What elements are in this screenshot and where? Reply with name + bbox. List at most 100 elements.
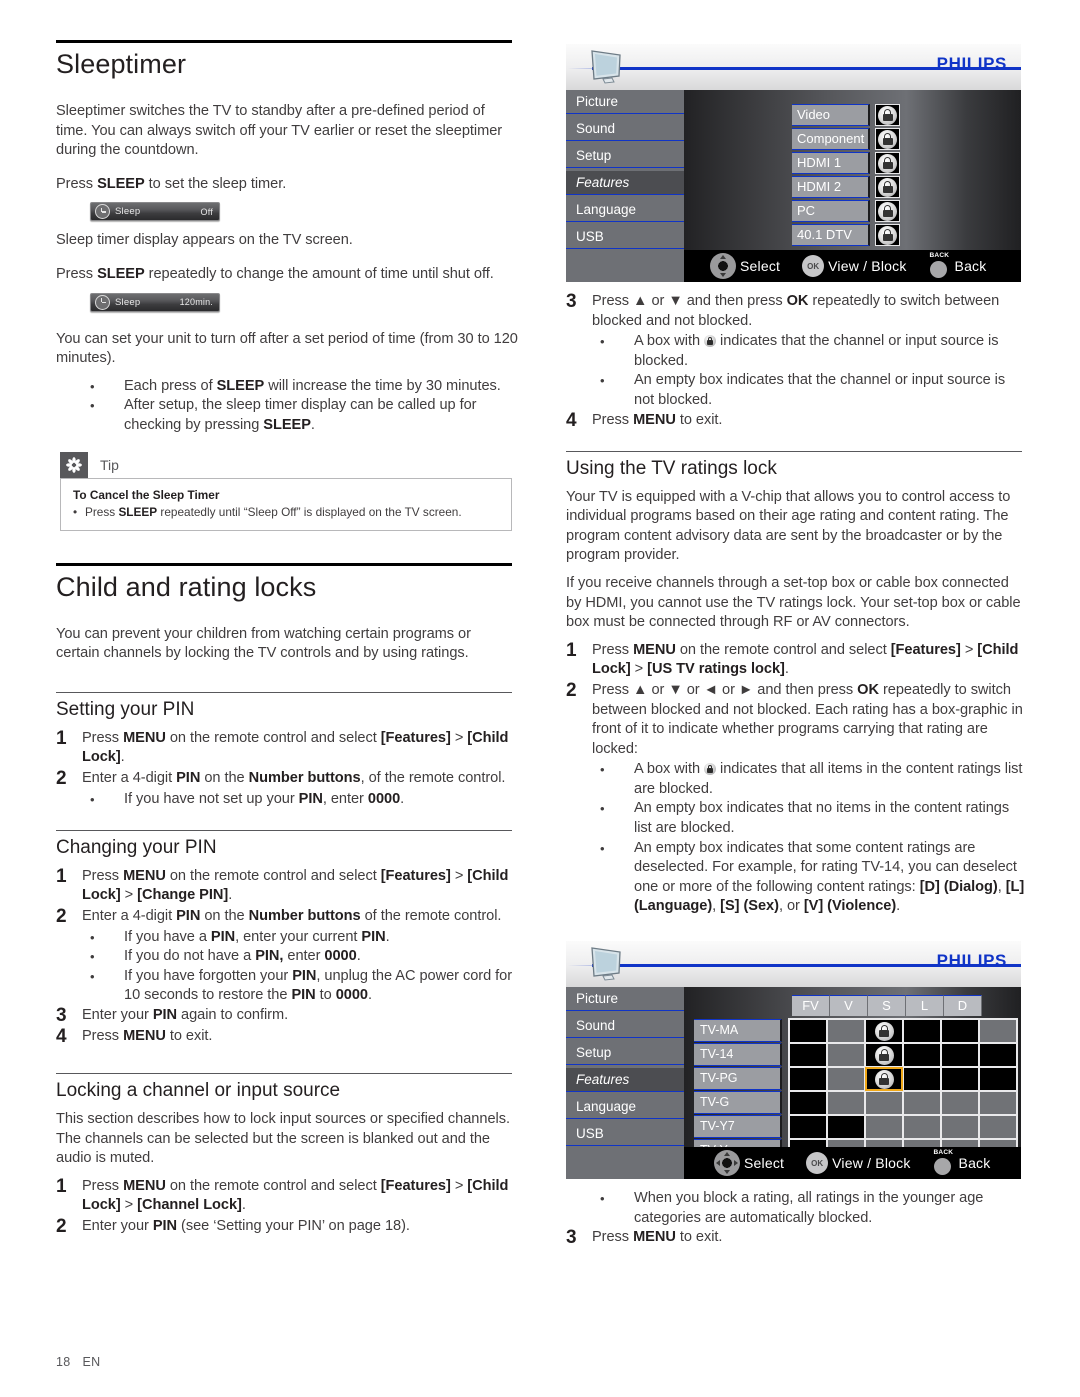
list-item: • A box with indicates that all items in…: [592, 760, 1028, 799]
footer-select[interactable]: Select: [714, 1150, 784, 1177]
sidebar-item-language[interactable]: Language: [566, 1095, 684, 1120]
ratings-cell[interactable]: [941, 1019, 979, 1044]
sidebar-item-setup[interactable]: Setup: [566, 144, 684, 168]
row-label-tv-14[interactable]: TV-14: [694, 1043, 782, 1067]
ratings-cell[interactable]: [827, 1043, 865, 1068]
footer-view-block[interactable]: OK View / Block: [806, 1152, 910, 1175]
source-label: PC: [792, 200, 870, 222]
sidebar-item-features[interactable]: Features: [566, 171, 684, 195]
lock-checkbox[interactable]: [875, 200, 900, 222]
ratings-cell[interactable]: [865, 1115, 903, 1140]
page-number: 18: [56, 1355, 71, 1369]
list-item: • If you have forgotten your PIN, unplug…: [82, 967, 518, 1006]
ratings-cell[interactable]: [865, 1019, 903, 1044]
bullet-dot: •: [90, 398, 95, 414]
ratings-cell[interactable]: [979, 1043, 1017, 1068]
osd-footer: Select OK View / Block BACK Back: [684, 250, 1021, 282]
philips-logo: PHILIPS: [936, 54, 1007, 73]
ratings-cell[interactable]: [941, 1043, 979, 1068]
footer-back[interactable]: BACK Back: [929, 252, 987, 279]
page-language: EN: [82, 1355, 101, 1369]
step-number: 1: [56, 865, 67, 887]
list-item[interactable]: 40.1 DTV: [792, 224, 900, 246]
sleep-badge-value: Off: [200, 206, 213, 217]
tv-osd-input-sources: PHILIPS Picture Sound Setup Features Lan…: [566, 44, 1021, 282]
lock-icon: [704, 335, 717, 348]
footer-back[interactable]: BACK Back: [933, 1149, 991, 1176]
step-text: Press MENU to exit.: [592, 1229, 723, 1246]
bullet-post: will increase the time by 30 minutes.: [264, 377, 501, 394]
lock-icon: [874, 1069, 894, 1089]
osd-sidebar: Picture Sound Setup Features Language US…: [566, 90, 684, 282]
source-label: HDMI 2: [792, 176, 870, 198]
ratings-cell[interactable]: [903, 1067, 941, 1092]
steps-block-3: • When you block a rating, all ratings i…: [566, 1189, 1028, 1248]
list-item[interactable]: Component: [792, 128, 900, 150]
ratings-cell[interactable]: [979, 1019, 1017, 1044]
ratings-cell[interactable]: [827, 1091, 865, 1116]
ratings-cell[interactable]: [903, 1019, 941, 1044]
ratings-cell[interactable]: [789, 1115, 827, 1140]
step-number: 2: [566, 679, 577, 701]
sidebar-item-setup[interactable]: Setup: [566, 1041, 684, 1066]
ratings-cell[interactable]: [789, 1067, 827, 1092]
sleep-badge-value: 120min.: [179, 297, 213, 308]
ratings-grid: FV V S L D TV-MA TV-14 TV-PG TV-G TV-Y7: [694, 995, 1018, 1165]
lock-checkbox[interactable]: [875, 152, 900, 174]
ratings-cell[interactable]: [827, 1115, 865, 1140]
sidebar-item-usb[interactable]: USB: [566, 225, 684, 249]
step-text: Enter a 4-digit PIN on the Number button…: [82, 769, 506, 786]
sidebar-item-picture[interactable]: Picture: [566, 987, 684, 1012]
list-item[interactable]: PC: [792, 200, 900, 222]
step-text: Press MENU to exit.: [592, 411, 723, 428]
lock-checkbox[interactable]: [875, 224, 900, 246]
sidebar-item-features[interactable]: Features: [566, 1068, 684, 1093]
ratings-cell[interactable]: [865, 1043, 903, 1068]
step-number: 4: [56, 1026, 67, 1048]
ratings-cell[interactable]: [979, 1091, 1017, 1116]
ratings-cell[interactable]: [979, 1067, 1017, 1092]
sidebar-item-sound[interactable]: Sound: [566, 117, 684, 141]
ratings-para-2: If you receive channels through a set-to…: [566, 574, 1021, 631]
ratings-row-labels: TV-MA TV-14 TV-PG TV-G TV-Y7 TV-Y: [694, 1019, 788, 1164]
ratings-cell[interactable]: [827, 1019, 865, 1044]
lock-checkbox[interactable]: [875, 176, 900, 198]
list-item[interactable]: HDMI 2: [792, 176, 900, 198]
heading-tv-ratings-lock: Using the TV ratings lock: [566, 457, 777, 479]
ratings-cell[interactable]: [903, 1043, 941, 1068]
column-header-s: S: [868, 995, 906, 1017]
sidebar-item-language[interactable]: Language: [566, 198, 684, 222]
row-label-tv-pg[interactable]: TV-PG: [694, 1067, 782, 1091]
sidebar-item-usb[interactable]: USB: [566, 1122, 684, 1147]
list-item: 2 Enter a 4-digit PIN on the Number butt…: [56, 768, 518, 789]
bullet-dot: •: [90, 929, 95, 945]
row-label-tv-g[interactable]: TV-G: [694, 1091, 782, 1115]
ratings-cell[interactable]: [827, 1067, 865, 1092]
ratings-cell[interactable]: [941, 1067, 979, 1092]
footer-view-block[interactable]: OK View / Block: [802, 255, 906, 277]
ratings-cell[interactable]: [865, 1091, 903, 1116]
lock-checkbox[interactable]: [875, 104, 900, 126]
ratings-cell[interactable]: [789, 1043, 827, 1068]
sidebar-item-picture[interactable]: Picture: [566, 90, 684, 114]
sleep-badge-label: Sleep: [115, 296, 141, 308]
lock-checkbox[interactable]: [875, 128, 900, 150]
ratings-cell[interactable]: [903, 1091, 941, 1116]
ratings-cell[interactable]: [789, 1091, 827, 1116]
list-item[interactable]: HDMI 1: [792, 152, 900, 174]
ratings-cell[interactable]: [903, 1115, 941, 1140]
row-label-tv-y7[interactable]: TV-Y7: [694, 1115, 782, 1139]
ratings-cell[interactable]: [979, 1115, 1017, 1140]
ratings-cell[interactable]: [789, 1019, 827, 1044]
ratings-cell[interactable]: [941, 1115, 979, 1140]
step-text: Press MENU on the remote control and sel…: [82, 1177, 509, 1214]
bullet-pre: Each press of: [124, 377, 217, 394]
row-label-tv-ma[interactable]: TV-MA: [694, 1019, 782, 1043]
list-item[interactable]: Video: [792, 104, 900, 126]
bullet-dot: •: [600, 801, 605, 817]
ratings-cells[interactable]: [788, 1018, 1018, 1165]
ratings-cell[interactable]: [865, 1067, 903, 1092]
footer-select[interactable]: Select: [710, 253, 780, 279]
ratings-cell[interactable]: [941, 1091, 979, 1116]
sidebar-item-sound[interactable]: Sound: [566, 1014, 684, 1039]
